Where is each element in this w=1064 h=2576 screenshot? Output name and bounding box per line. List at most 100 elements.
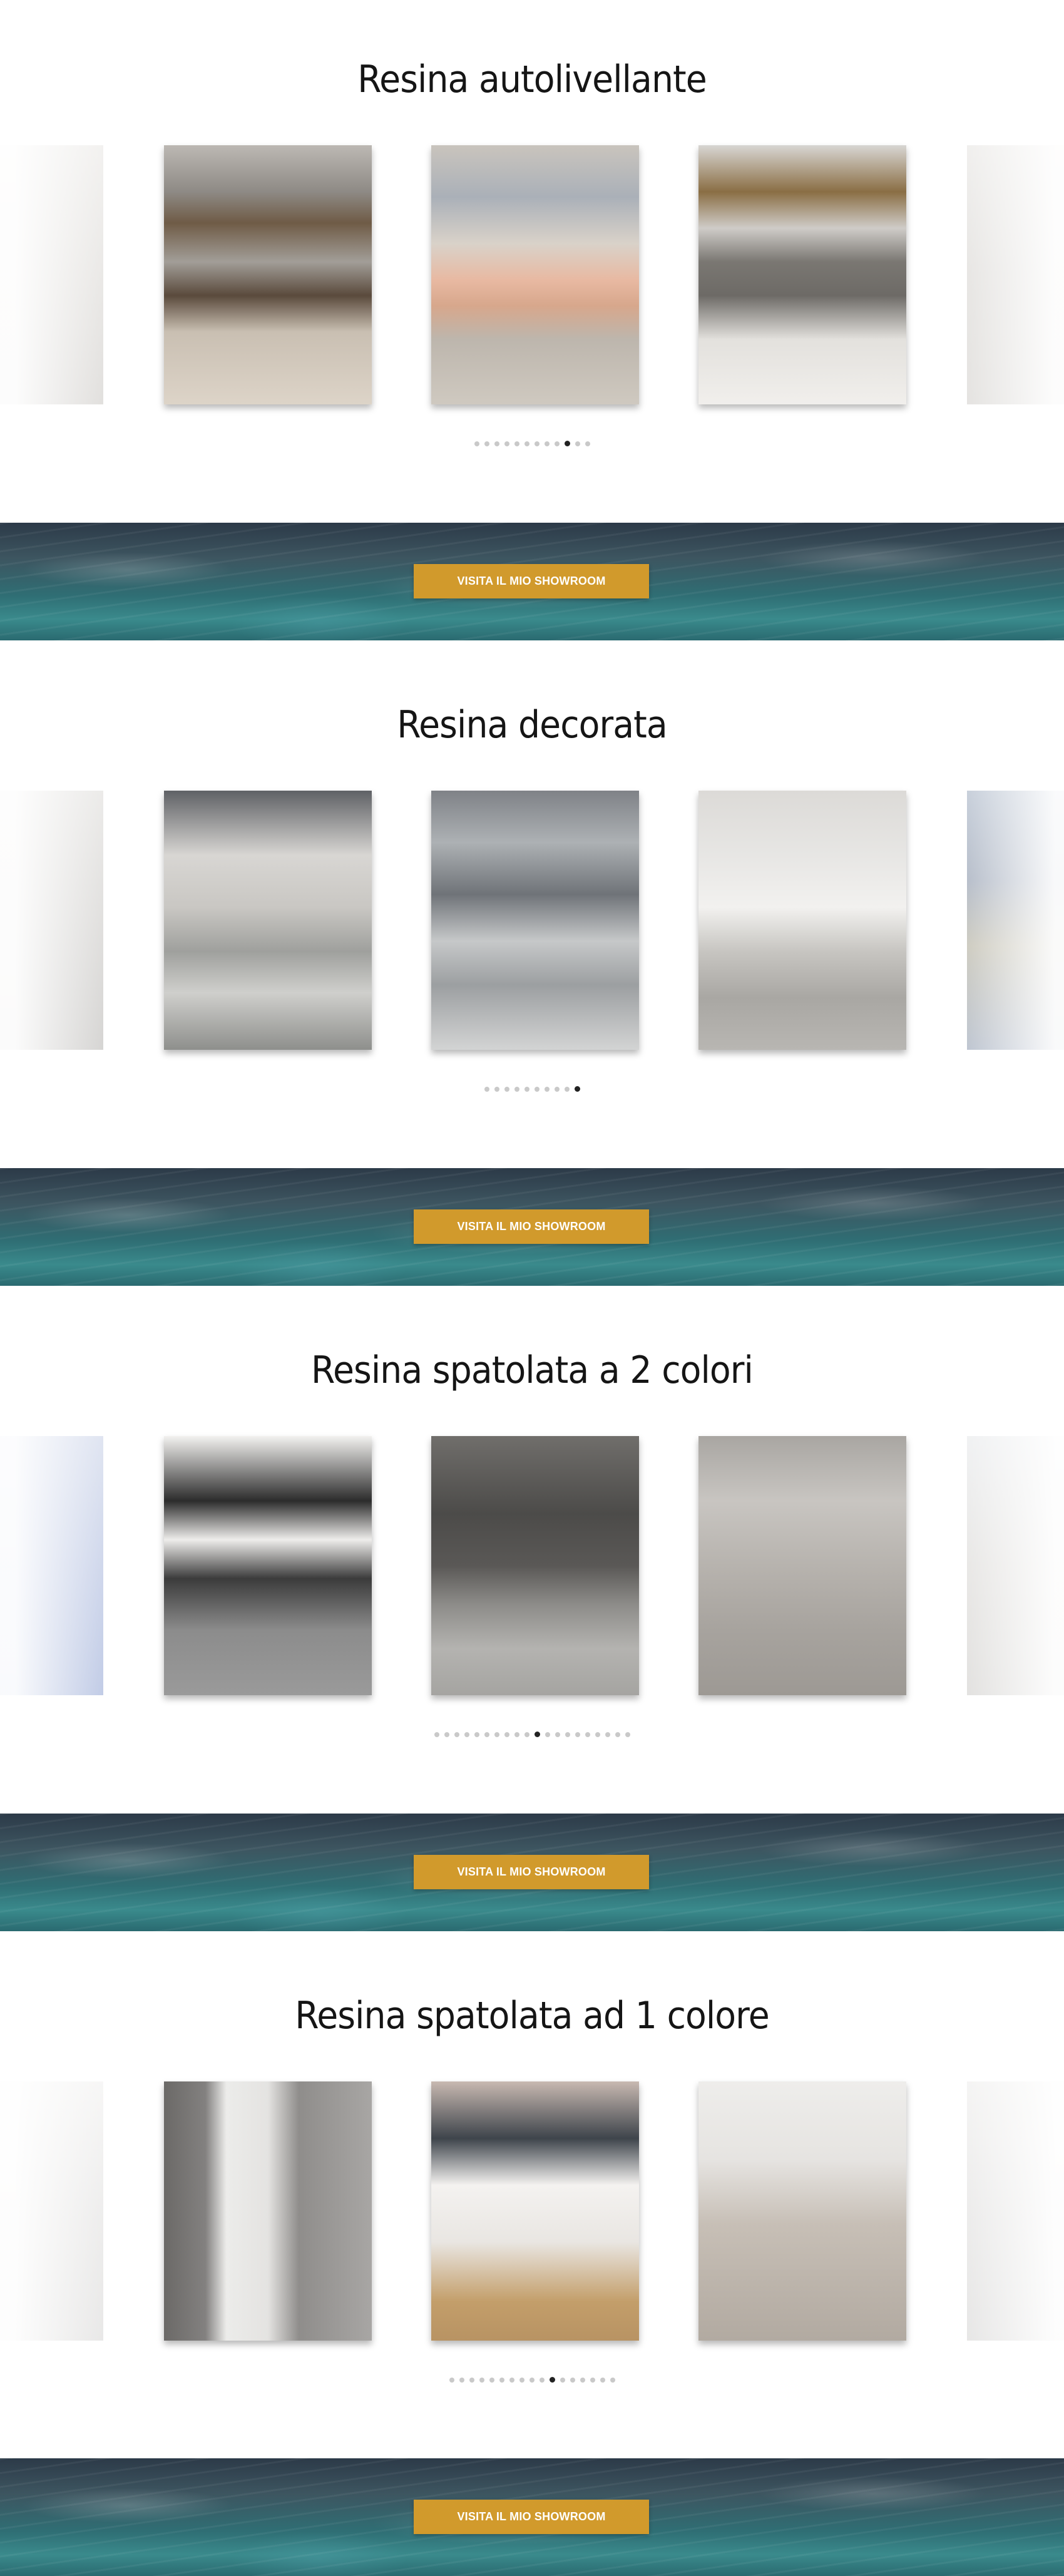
carousel-dot[interactable] bbox=[605, 1732, 610, 1737]
carousel-slide[interactable] bbox=[164, 1436, 372, 1695]
section-autolivellante: Resina autolivellante bbox=[0, 0, 1064, 523]
carousel-dot[interactable] bbox=[519, 2377, 524, 2383]
carousel-dot[interactable] bbox=[494, 441, 499, 446]
carousel-dot[interactable] bbox=[454, 1732, 459, 1737]
carousel-dot[interactable] bbox=[509, 2377, 514, 2383]
carousel-dot-active[interactable] bbox=[534, 1732, 540, 1737]
image-carousel[interactable] bbox=[0, 1436, 1064, 1695]
carousel-dot[interactable] bbox=[570, 2377, 575, 2383]
carousel-dot[interactable] bbox=[565, 1732, 570, 1737]
carousel-dot[interactable] bbox=[564, 1086, 570, 1092]
section-title: Resina autolivellante bbox=[357, 58, 707, 101]
carousel-dot-active[interactable] bbox=[574, 1086, 580, 1092]
section-title: Resina spatolata a 2 colori bbox=[311, 1348, 754, 1392]
carousel-dot[interactable] bbox=[524, 1086, 529, 1092]
carousel-slide[interactable] bbox=[431, 2081, 639, 2341]
section-title: Resina decorata bbox=[397, 703, 668, 747]
carousel-dot[interactable] bbox=[554, 441, 560, 446]
carousel-dot[interactable] bbox=[610, 2377, 615, 2383]
carousel-dot[interactable] bbox=[534, 441, 540, 446]
showroom-banner: VISITA IL MIO SHOWROOM bbox=[0, 523, 1064, 640]
carousel-dot[interactable] bbox=[625, 1732, 630, 1737]
carousel-dot[interactable] bbox=[554, 1086, 560, 1092]
visit-showroom-button[interactable]: VISITA IL MIO SHOWROOM bbox=[414, 1209, 649, 1244]
carousel-dot[interactable] bbox=[615, 1732, 620, 1737]
carousel-dot[interactable] bbox=[464, 1732, 469, 1737]
carousel-slide[interactable] bbox=[164, 145, 372, 404]
carousel-dot[interactable] bbox=[524, 1732, 529, 1737]
carousel-dot[interactable] bbox=[545, 1732, 550, 1737]
carousel-dot[interactable] bbox=[514, 441, 519, 446]
section-spatolata-1-colore: Resina spatolata ad 1 colore bbox=[0, 1936, 1064, 2459]
carousel-slide[interactable] bbox=[431, 145, 639, 404]
carousel-dot[interactable] bbox=[459, 2377, 464, 2383]
carousel-dot-active[interactable] bbox=[564, 441, 570, 446]
showroom-banner: VISITA IL MIO SHOWROOM bbox=[0, 1814, 1064, 1931]
carousel-dot[interactable] bbox=[484, 441, 489, 446]
carousel-dot[interactable] bbox=[555, 1732, 560, 1737]
carousel-dot[interactable] bbox=[489, 2377, 494, 2383]
carousel-dot[interactable] bbox=[494, 1086, 499, 1092]
carousel-dot[interactable] bbox=[474, 1732, 479, 1737]
carousel-slide[interactable] bbox=[698, 1436, 906, 1695]
carousel-pagination bbox=[0, 1086, 1064, 1094]
carousel-dot[interactable] bbox=[590, 2377, 595, 2383]
carousel-slide-partial[interactable] bbox=[967, 2081, 1064, 2341]
image-carousel[interactable] bbox=[0, 145, 1064, 404]
carousel-dot[interactable] bbox=[560, 2377, 565, 2383]
visit-showroom-button[interactable]: VISITA IL MIO SHOWROOM bbox=[414, 2500, 649, 2534]
carousel-slide[interactable] bbox=[698, 2081, 906, 2341]
carousel-slide-partial[interactable] bbox=[0, 791, 103, 1050]
section-title: Resina spatolata ad 1 colore bbox=[295, 1994, 769, 2038]
carousel-dot[interactable] bbox=[484, 1732, 489, 1737]
showroom-banner: VISITA IL MIO SHOWROOM bbox=[0, 2458, 1064, 2576]
carousel-dot[interactable] bbox=[544, 1086, 550, 1092]
carousel-dot-active[interactable] bbox=[549, 2377, 555, 2383]
carousel-dot[interactable] bbox=[499, 2377, 504, 2383]
carousel-slide[interactable] bbox=[164, 2081, 372, 2341]
image-carousel[interactable] bbox=[0, 2081, 1064, 2341]
carousel-dot[interactable] bbox=[575, 441, 580, 446]
carousel-dot[interactable] bbox=[539, 2377, 545, 2383]
carousel-dot[interactable] bbox=[544, 441, 550, 446]
carousel-dot[interactable] bbox=[484, 1086, 489, 1092]
carousel-dot[interactable] bbox=[585, 441, 590, 446]
carousel-dot[interactable] bbox=[585, 1732, 590, 1737]
carousel-dot[interactable] bbox=[444, 1732, 449, 1737]
carousel-dot[interactable] bbox=[514, 1732, 519, 1737]
image-carousel[interactable] bbox=[0, 791, 1064, 1050]
carousel-dot[interactable] bbox=[595, 1732, 600, 1737]
carousel-slide-partial[interactable] bbox=[967, 791, 1064, 1050]
carousel-dot[interactable] bbox=[534, 1086, 540, 1092]
carousel-dot[interactable] bbox=[514, 1086, 519, 1092]
carousel-dot[interactable] bbox=[580, 2377, 585, 2383]
visit-showroom-button[interactable]: VISITA IL MIO SHOWROOM bbox=[414, 1855, 649, 1889]
carousel-slide[interactable] bbox=[431, 1436, 639, 1695]
carousel-dot[interactable] bbox=[479, 2377, 484, 2383]
carousel-slide-partial[interactable] bbox=[0, 1436, 103, 1695]
section-spatolata-2-colori: Resina spatolata a 2 colori bbox=[0, 1291, 1064, 1814]
carousel-slide[interactable] bbox=[431, 791, 639, 1050]
carousel-slide-partial[interactable] bbox=[967, 145, 1064, 404]
carousel-dot[interactable] bbox=[529, 2377, 535, 2383]
carousel-dot[interactable] bbox=[575, 1732, 580, 1737]
carousel-dot[interactable] bbox=[600, 2377, 605, 2383]
carousel-dot[interactable] bbox=[469, 2377, 474, 2383]
carousel-dot[interactable] bbox=[504, 1732, 509, 1737]
carousel-dot[interactable] bbox=[494, 1732, 499, 1737]
carousel-dot[interactable] bbox=[504, 1086, 509, 1092]
carousel-dot[interactable] bbox=[504, 441, 509, 446]
carousel-slide-partial[interactable] bbox=[0, 2081, 103, 2341]
carousel-slide-partial[interactable] bbox=[0, 145, 103, 404]
carousel-slide[interactable] bbox=[698, 145, 906, 404]
carousel-dot[interactable] bbox=[524, 441, 529, 446]
carousel-pagination bbox=[0, 441, 1064, 448]
carousel-slide[interactable] bbox=[164, 791, 372, 1050]
carousel-dot[interactable] bbox=[449, 2377, 454, 2383]
carousel-slide[interactable] bbox=[698, 791, 906, 1050]
carousel-pagination bbox=[0, 2377, 1064, 2384]
visit-showroom-button[interactable]: VISITA IL MIO SHOWROOM bbox=[414, 564, 649, 598]
carousel-slide-partial[interactable] bbox=[967, 1436, 1064, 1695]
carousel-dot[interactable] bbox=[474, 441, 479, 446]
carousel-dot[interactable] bbox=[434, 1732, 439, 1737]
